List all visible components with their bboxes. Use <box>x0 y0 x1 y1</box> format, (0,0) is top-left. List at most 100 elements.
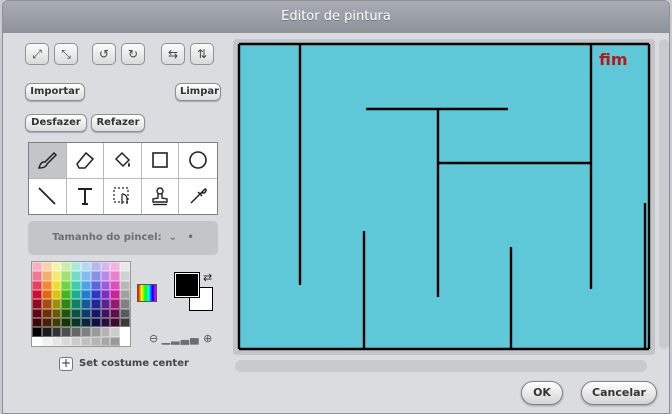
color-swatch[interactable] <box>51 271 62 281</box>
color-swatch[interactable] <box>51 289 62 300</box>
color-swatch[interactable] <box>110 280 121 290</box>
color-swatch[interactable] <box>32 336 42 346</box>
color-swatch[interactable] <box>110 262 121 272</box>
zoom-out-icon[interactable]: ⊖ <box>149 332 158 345</box>
color-swatch[interactable] <box>51 262 62 272</box>
shrink-icon[interactable]: ⤡ <box>54 43 78 65</box>
color-swatch[interactable] <box>90 280 101 290</box>
color-swatch[interactable] <box>61 327 72 337</box>
color-swatch[interactable] <box>61 317 72 328</box>
color-swatch[interactable] <box>90 262 101 272</box>
color-palette[interactable] <box>31 261 131 347</box>
color-swatch[interactable] <box>41 299 52 309</box>
color-swatch[interactable] <box>120 317 130 328</box>
foreground-color-swatch[interactable] <box>174 272 200 298</box>
color-swatch[interactable] <box>100 336 111 346</box>
color-spectrum-icon[interactable] <box>137 284 157 302</box>
color-swatch[interactable] <box>110 336 121 346</box>
cancel-button[interactable]: Cancelar <box>581 381 657 405</box>
color-swatch[interactable] <box>71 317 81 328</box>
color-swatch[interactable] <box>120 299 130 309</box>
color-swatch[interactable] <box>90 308 101 318</box>
color-swatch[interactable] <box>81 299 91 309</box>
color-swatch[interactable] <box>100 308 111 318</box>
color-swatch[interactable] <box>61 336 72 346</box>
color-swatch[interactable] <box>81 317 91 328</box>
undo-button[interactable]: Desfazer <box>25 114 87 132</box>
zoom-in-icon[interactable]: ⊕ <box>203 332 212 345</box>
ellipse-tool[interactable] <box>179 143 217 179</box>
brush-tool[interactable] <box>29 143 67 179</box>
color-swatch[interactable] <box>110 317 121 328</box>
color-swatch[interactable] <box>71 271 81 281</box>
zoom-control[interactable]: ⊖ ▁▂▃▄ ⊕ <box>149 332 212 345</box>
color-swatch[interactable] <box>81 327 91 337</box>
color-swatch[interactable] <box>51 327 62 337</box>
color-swatch[interactable] <box>81 280 91 290</box>
vertical-scrollbar[interactable] <box>659 39 669 349</box>
color-swatch[interactable] <box>110 308 121 318</box>
color-swatch[interactable] <box>100 317 111 328</box>
color-swatch[interactable] <box>100 327 111 337</box>
color-swatch[interactable] <box>51 336 62 346</box>
color-swatch[interactable] <box>90 336 101 346</box>
color-swatch[interactable] <box>41 317 52 328</box>
color-swatch[interactable] <box>100 299 111 309</box>
eyedropper-tool[interactable] <box>179 179 217 215</box>
color-swatch[interactable] <box>110 271 121 281</box>
stamp-tool[interactable] <box>142 178 180 214</box>
color-swatch[interactable] <box>71 289 81 300</box>
text-tool[interactable] <box>67 178 105 214</box>
color-swatch[interactable] <box>120 289 130 300</box>
color-swatch[interactable] <box>100 262 111 272</box>
rotate-ccw-icon[interactable]: ↺ <box>92 43 116 65</box>
flip-vertical-icon[interactable]: ⇅ <box>190 43 214 65</box>
color-swatch[interactable] <box>41 327 52 337</box>
color-swatch[interactable] <box>71 336 81 346</box>
drawing-canvas[interactable]: fim <box>233 39 655 355</box>
color-swatch[interactable] <box>81 308 91 318</box>
color-swatch[interactable] <box>32 308 42 318</box>
color-swatch[interactable] <box>120 271 130 281</box>
color-swatch[interactable] <box>61 280 72 290</box>
ok-button[interactable]: OK <box>521 381 563 405</box>
expand-icon[interactable]: ⤢ <box>25 43 49 65</box>
color-swatch[interactable] <box>120 262 130 272</box>
color-swatch[interactable] <box>100 289 111 300</box>
color-swatch[interactable] <box>32 317 42 328</box>
swap-colors-icon[interactable]: ⇄ <box>203 271 212 284</box>
color-swatch[interactable] <box>71 308 81 318</box>
color-swatch[interactable] <box>81 271 91 281</box>
color-swatch[interactable] <box>71 299 81 309</box>
color-swatch[interactable] <box>61 289 72 300</box>
color-swatch[interactable] <box>41 289 52 300</box>
color-swatch[interactable] <box>90 299 101 309</box>
redo-button[interactable]: Refazer <box>91 114 145 132</box>
fill-tool[interactable] <box>104 143 142 179</box>
color-swatch[interactable] <box>32 271 42 281</box>
color-swatch[interactable] <box>71 262 81 272</box>
color-swatch[interactable] <box>90 289 101 300</box>
horizontal-scrollbar[interactable] <box>235 360 647 372</box>
color-swatch[interactable] <box>41 262 52 272</box>
select-tool[interactable] <box>104 178 142 214</box>
import-button[interactable]: Importar <box>25 83 85 101</box>
rectangle-tool[interactable] <box>141 143 180 179</box>
rotate-cw-icon[interactable]: ↻ <box>121 43 145 65</box>
color-swatch[interactable] <box>120 308 130 318</box>
color-swatch[interactable] <box>81 262 91 272</box>
color-swatch[interactable] <box>41 280 52 290</box>
color-swatch[interactable] <box>81 289 91 300</box>
color-swatch[interactable] <box>41 336 52 346</box>
brush-size-control[interactable]: Tamanho do pincel: ⌄ • <box>28 221 218 255</box>
color-swatch[interactable] <box>71 327 81 337</box>
color-swatch[interactable] <box>61 308 72 318</box>
line-tool[interactable] <box>29 178 67 214</box>
color-swatch[interactable] <box>61 262 72 272</box>
color-swatch[interactable] <box>32 280 42 290</box>
flip-horizontal-icon[interactable]: ⇆ <box>161 43 185 65</box>
color-swatch[interactable] <box>120 336 130 346</box>
color-swatch[interactable] <box>51 317 62 328</box>
color-swatch[interactable] <box>90 327 101 337</box>
color-swatch[interactable] <box>61 299 72 309</box>
